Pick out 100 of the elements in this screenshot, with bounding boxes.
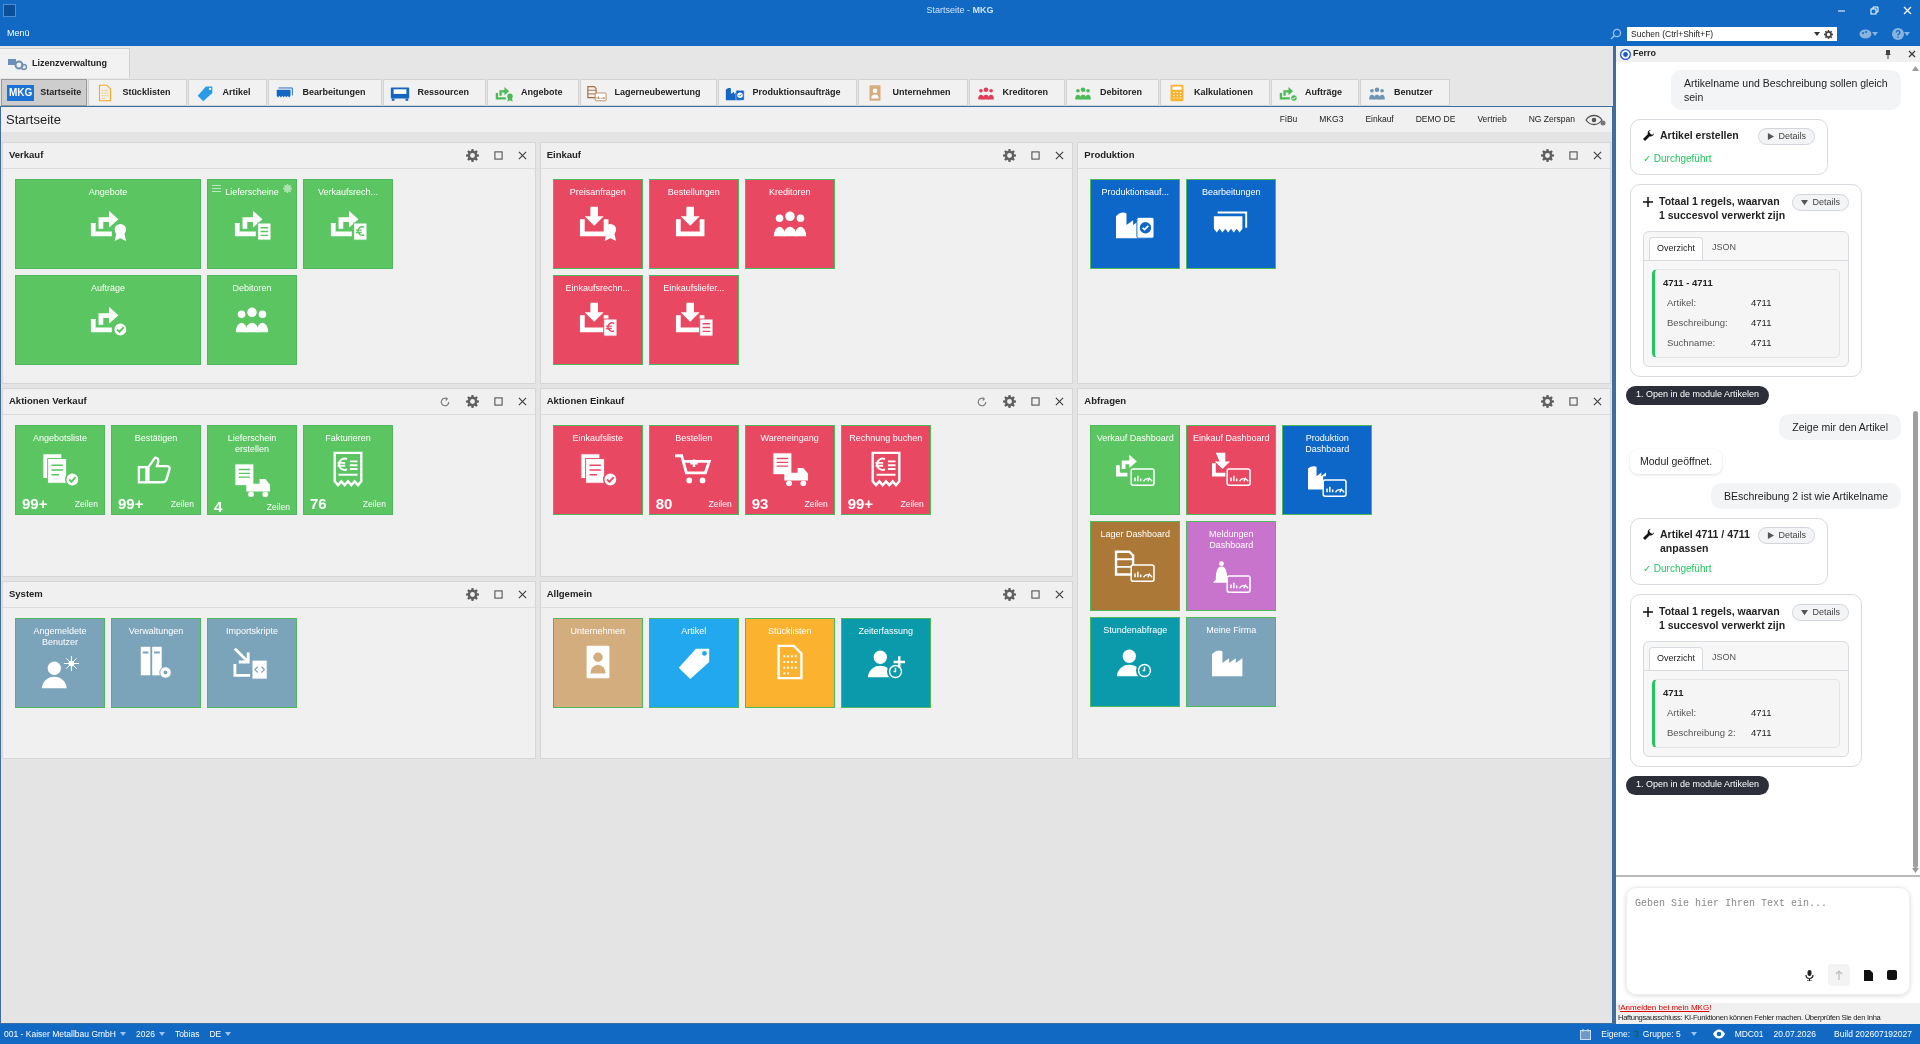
- tile[interactable]: Produktion Dashboard: [1282, 425, 1373, 515]
- status-item[interactable]: 2026: [135, 1027, 165, 1041]
- tab-label[interactable]: Unternehmen: [892, 85, 951, 100]
- tab-label[interactable]: Angebote: [520, 85, 563, 100]
- tile[interactable]: Lager Dashboard: [1090, 521, 1181, 611]
- eye-settings-icon[interactable]: [1585, 113, 1607, 126]
- tile-label[interactable]: Produktion Dashboard: [1283, 426, 1372, 455]
- status-item[interactable]: DE: [209, 1027, 232, 1041]
- tab[interactable]: Benutzer: [1360, 79, 1450, 106]
- tile-label[interactable]: Meine Firma: [1203, 618, 1260, 636]
- tile[interactable]: Angebotsliste 99+ Zeilen: [15, 425, 105, 515]
- tab[interactable]: Lizenzverwaltung: [0, 48, 130, 78]
- tab-label[interactable]: Kalkulationen: [1194, 85, 1254, 100]
- status-item[interactable]: 001 - Kaiser Metallbau GmbH: [4, 1027, 126, 1041]
- tab-label[interactable]: Benutzer: [1394, 85, 1433, 100]
- tile[interactable]: Angemeldete Benutzer: [15, 618, 105, 708]
- tile[interactable]: Verwaltungen: [111, 618, 201, 708]
- tile[interactable]: Meine Firma: [1186, 617, 1277, 707]
- tile-label[interactable]: Bestellungen: [664, 180, 723, 198]
- maximize-icon[interactable]: [1031, 151, 1041, 160]
- maximize-icon[interactable]: [493, 397, 503, 406]
- status-group[interactable]: Gruppe: 5: [1642, 1027, 1681, 1041]
- tab[interactable]: Lagerneubewertung: [580, 79, 718, 106]
- tab[interactable]: Overzicht: [1649, 237, 1703, 260]
- close-icon[interactable]: [517, 590, 527, 599]
- tab[interactable]: Overzicht: [1649, 647, 1703, 670]
- tile[interactable]: Einkaufsliefer...: [648, 275, 739, 365]
- tab-label[interactable]: Kreditoren: [1002, 85, 1048, 100]
- tile-label[interactable]: Debitoren: [229, 276, 275, 294]
- close-icon[interactable]: [517, 151, 527, 160]
- refresh-icon[interactable]: [976, 395, 989, 408]
- quick-link[interactable]: Einkauf: [1365, 113, 1394, 126]
- tile-label[interactable]: Verwaltungen: [125, 619, 187, 637]
- tile-label[interactable]: Produktionsauf...: [1098, 180, 1173, 198]
- tile-label[interactable]: Unternehmen: [567, 619, 628, 637]
- settings-icon[interactable]: [1003, 149, 1017, 162]
- close-icon[interactable]: [1908, 50, 1916, 58]
- chat-input[interactable]: Geben Sie hier Ihren Text ein...: [1635, 896, 1901, 964]
- tab-label[interactable]: Produktionsaufträge: [752, 85, 841, 100]
- tile-label[interactable]: Meldungen Dashboard: [1187, 522, 1276, 551]
- settings-icon[interactable]: [1541, 395, 1554, 408]
- tab[interactable]: MKG Startseite: [1, 79, 88, 106]
- login-link[interactable]: !Anmelden bei mein MKG!: [1618, 1003, 1712, 1013]
- open-module-button[interactable]: 1. Open in de module Artikelen: [1626, 775, 1770, 795]
- tile-label[interactable]: Bearbeitungen: [1199, 180, 1264, 198]
- details-button[interactable]: Details: [1792, 194, 1849, 211]
- tab[interactable]: JSON: [1705, 647, 1744, 670]
- tab[interactable]: Kalkulationen: [1160, 79, 1271, 106]
- tile-label[interactable]: Stundenabfrage: [1100, 618, 1171, 636]
- quick-link[interactable]: MKG3: [1319, 113, 1344, 126]
- tile-label[interactable]: Angebotsliste: [29, 426, 90, 444]
- settings-icon[interactable]: [1824, 29, 1833, 39]
- search-icon[interactable]: [1610, 28, 1622, 40]
- tile[interactable]: Stundenabfrage: [1090, 617, 1181, 707]
- tile-label[interactable]: Zeiterfassung: [855, 619, 916, 637]
- tile[interactable]: Zeiterfassung: [840, 618, 931, 708]
- tile[interactable]: Einkaufsliste: [552, 425, 643, 515]
- tile-label[interactable]: Einkauf Dashboard: [1190, 426, 1273, 444]
- tile-label[interactable]: Lieferschein erstellen: [208, 426, 296, 455]
- tab-label[interactable]: Artikel: [222, 85, 251, 100]
- tab[interactable]: Ressourcen: [383, 79, 486, 106]
- tab[interactable]: Debitoren: [1066, 79, 1160, 106]
- tile-label[interactable]: Lieferscheine: [222, 180, 282, 198]
- tile-label[interactable]: Einkaufsliste: [569, 426, 626, 444]
- tile[interactable]: Bestätigen 99+ Zeilen: [111, 425, 201, 515]
- tile[interactable]: Verkauf Dashboard: [1090, 425, 1181, 515]
- microphone-icon[interactable]: [1805, 969, 1814, 981]
- palette-icon[interactable]: [1859, 29, 1872, 39]
- close-icon[interactable]: [1593, 397, 1602, 406]
- close-icon[interactable]: [1055, 151, 1065, 160]
- tile-label[interactable]: Verkauf Dashboard: [1093, 426, 1177, 444]
- quick-link[interactable]: NG Zerspan: [1528, 113, 1575, 126]
- tab[interactable]: Angebote: [486, 79, 580, 106]
- details-button[interactable]: Details: [1792, 604, 1849, 622]
- tile[interactable]: Wareneingang 93 Zeilen: [744, 425, 835, 515]
- tab[interactable]: Artikel: [188, 79, 268, 106]
- tile[interactable]: Bearbeitungen: [1186, 179, 1277, 269]
- tile-label[interactable]: Angebote: [85, 180, 131, 198]
- tile-label[interactable]: Aufträge: [88, 276, 128, 294]
- pin-icon[interactable]: [1884, 49, 1892, 59]
- maximize-icon[interactable]: [493, 590, 503, 599]
- tile-label[interactable]: Wareneingang: [757, 426, 822, 444]
- tab-label[interactable]: Debitoren: [1100, 85, 1143, 100]
- tab[interactable]: Unternehmen: [858, 79, 968, 106]
- quick-link[interactable]: Vertrieb: [1477, 113, 1507, 126]
- tile[interactable]: Fakturieren 76 Zeilen: [303, 425, 393, 515]
- tab-label[interactable]: Lagerneubewertung: [614, 85, 701, 100]
- scroll-down-icon[interactable]: [1912, 868, 1919, 873]
- tile-label[interactable]: Importskripte: [223, 619, 281, 637]
- tab[interactable]: Aufträge: [1271, 79, 1360, 106]
- refresh-icon[interactable]: [438, 395, 451, 408]
- close-icon[interactable]: [1055, 397, 1065, 406]
- tab[interactable]: JSON: [1705, 237, 1744, 260]
- open-module-button[interactable]: 1. Open in de module Artikelen: [1626, 385, 1770, 405]
- close-icon[interactable]: [1055, 590, 1065, 599]
- close-icon[interactable]: [517, 397, 527, 406]
- file-icon[interactable]: [1864, 969, 1873, 981]
- tab[interactable]: Produktionsaufträge: [718, 79, 858, 106]
- quick-link[interactable]: FiBu: [1279, 113, 1298, 126]
- restore-icon[interactable]: [1870, 6, 1879, 15]
